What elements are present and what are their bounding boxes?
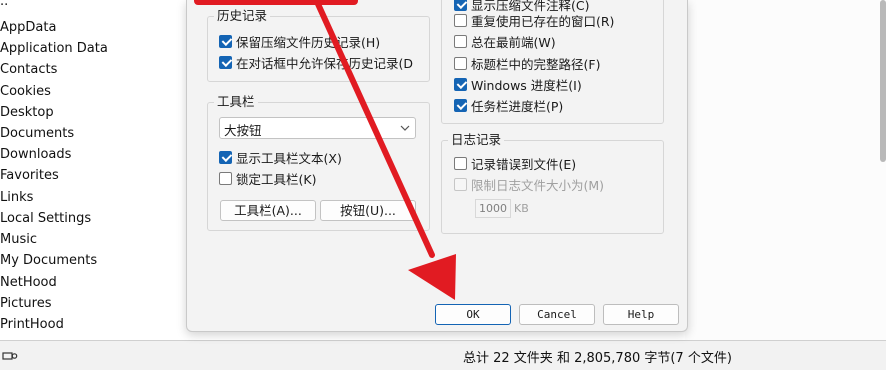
red-arrow-icon (315, 1, 456, 300)
